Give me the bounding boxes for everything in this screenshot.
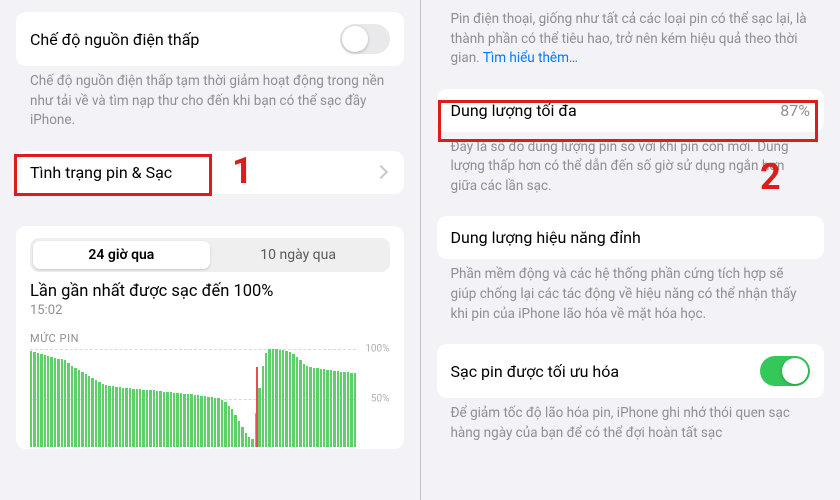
max-capacity-row[interactable]: Dung lượng tối đa 87% xyxy=(437,89,825,132)
battery-status-row[interactable]: Tình trạng pin & Sạc xyxy=(16,151,404,194)
peak-perf-caption: Phần mềm động và các hệ thống phần cứng … xyxy=(437,259,825,334)
max-capacity-value: 87% xyxy=(780,101,810,120)
chevron-right-icon xyxy=(373,165,387,179)
seg-10d[interactable]: 10 ngày qua xyxy=(210,241,387,269)
seg-24h[interactable]: 24 giờ qua xyxy=(33,241,210,269)
intro-caption: Pin điện thoại, giống như tất cả các loạ… xyxy=(437,0,825,79)
learn-more-link[interactable]: Tìm hiểu thêm… xyxy=(483,50,578,66)
charge-start-marker xyxy=(256,367,258,447)
battery-level-chart: 100% 50% xyxy=(30,349,390,449)
low-power-caption: Chế độ nguồn điện thấp tạm thời giảm hoạ… xyxy=(16,66,404,141)
history-card: 24 giờ qua 10 ngày qua Lần gần nhất được… xyxy=(16,226,404,449)
max-capacity-label: Dung lượng tối đa xyxy=(451,101,577,120)
low-power-row[interactable]: Chế độ nguồn điện thấp xyxy=(16,12,404,66)
last-charge-title: Lần gần nhất được sạc đến 100% xyxy=(30,282,390,301)
optimized-toggle[interactable] xyxy=(760,356,810,386)
left-pane: Chế độ nguồn điện thấp Chế độ nguồn điện… xyxy=(0,0,420,500)
peak-perf-label: Dung lượng hiệu năng đỉnh xyxy=(451,228,641,247)
low-power-label: Chế độ nguồn điện thấp xyxy=(30,30,199,49)
time-range-segment[interactable]: 24 giờ qua 10 ngày qua xyxy=(30,238,390,272)
peak-perf-row[interactable]: Dung lượng hiệu năng đỉnh xyxy=(437,216,825,259)
optimized-label: Sạc pin được tối ưu hóa xyxy=(451,362,620,381)
optimized-row[interactable]: Sạc pin được tối ưu hóa xyxy=(437,344,825,398)
ytick-100: 100% xyxy=(365,343,389,354)
ytick-50: 50% xyxy=(371,393,390,404)
battery-level-label: MỨC PIN xyxy=(30,332,390,345)
right-pane: Pin điện thoại, giống như tất cả các loạ… xyxy=(421,0,840,500)
last-charge-time: 15:02 xyxy=(30,303,390,318)
optimized-caption: Để giảm tốc độ lão hóa pin, iPhone ghi n… xyxy=(437,398,825,453)
battery-status-label: Tình trạng pin & Sạc xyxy=(30,163,172,182)
low-power-toggle[interactable] xyxy=(340,24,390,54)
max-capacity-caption: Đây là số đo dung lượng pin so với khi p… xyxy=(437,132,825,207)
